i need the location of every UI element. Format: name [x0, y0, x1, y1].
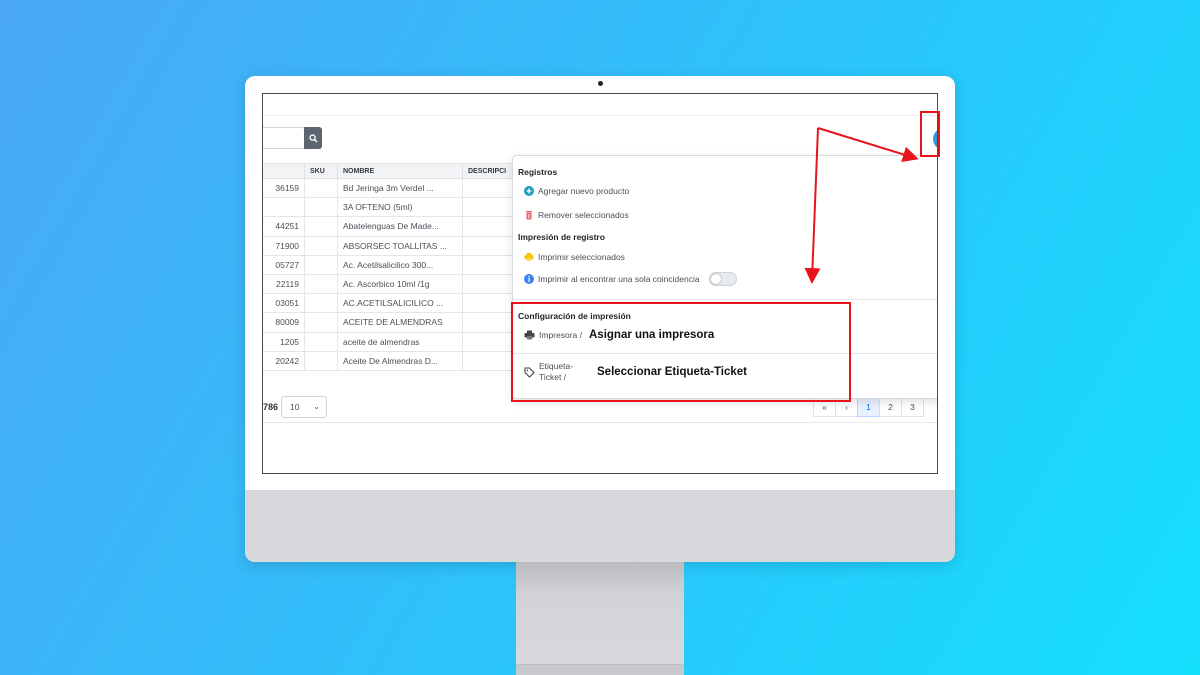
annotation-arrows	[804, 127, 919, 284]
arrow-to-menu-button	[817, 127, 919, 163]
arrow-to-print-config	[804, 127, 821, 284]
